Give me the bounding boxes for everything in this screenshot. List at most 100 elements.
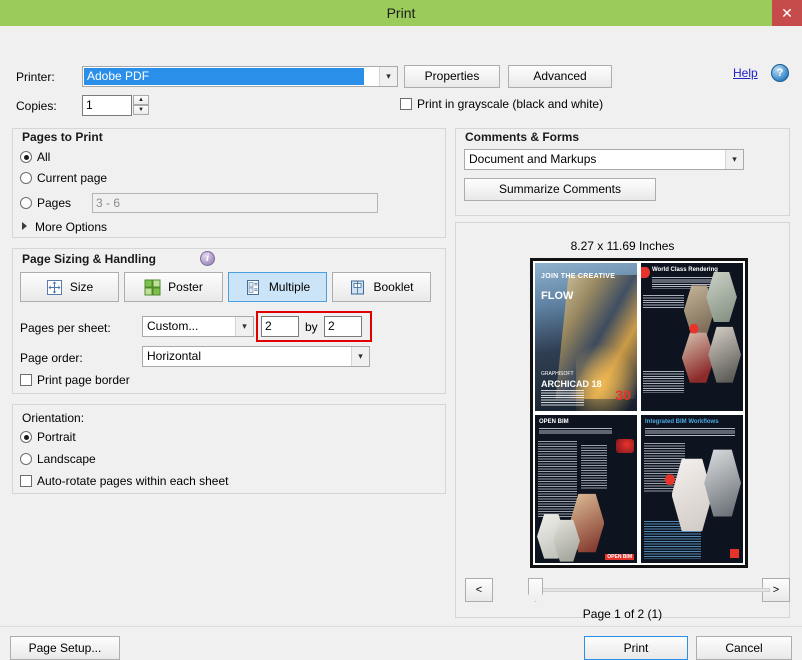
page-indicator: Page 1 of 2 (1) (582, 607, 663, 621)
mode-poster-label: Poster (168, 280, 203, 294)
info-icon[interactable]: i (200, 251, 215, 266)
grayscale-checkbox-row[interactable]: Print in grayscale (black and white) (400, 97, 603, 111)
page2-lower-text (643, 371, 684, 393)
booklet-icon (349, 279, 366, 296)
mode-button-booklet[interactable]: Booklet (332, 272, 431, 302)
mode-multiple-label: Multiple (268, 280, 311, 294)
copies-input[interactable]: 1 (82, 95, 132, 116)
poster-grid-icon (144, 279, 161, 296)
page-order-select[interactable]: Horizontal ▾ (142, 346, 370, 367)
summarize-comments-button[interactable]: Summarize Comments (464, 178, 656, 201)
mode-size-label: Size (69, 280, 94, 294)
page-order-value: Horizontal (147, 349, 202, 363)
footer-divider (0, 626, 802, 627)
page1-badge: 30 (615, 387, 631, 403)
page3-column-b (580, 445, 608, 490)
radio-portrait-label: Portrait (37, 430, 76, 444)
help-link[interactable]: Help (733, 66, 758, 80)
chevron-down-icon: ▾ (379, 67, 397, 86)
radio-all-indicator[interactable] (20, 151, 32, 163)
page2-headline: World Class Rendering (652, 267, 718, 273)
pages-to-print-title: Pages to Print (22, 130, 103, 144)
red-accent-bar (641, 267, 650, 278)
auto-rotate-checkbox[interactable] (20, 475, 32, 487)
advanced-button[interactable]: Advanced (508, 65, 612, 88)
orientation-title: Orientation: (22, 411, 85, 425)
radio-landscape-indicator[interactable] (20, 453, 32, 465)
preview-size-label: 8.27 x 11.69 Inches (570, 239, 675, 253)
auto-rotate-label: Auto-rotate pages within each sheet (37, 474, 229, 488)
page3-subtitle-text (539, 428, 613, 435)
pages-per-sheet-select[interactable]: Custom... ▾ (142, 316, 254, 337)
radio-pages-label: Pages (37, 196, 72, 210)
print-button[interactable]: Print (584, 636, 688, 660)
page2-column-text (643, 295, 684, 309)
resize-icon (46, 279, 63, 296)
radio-portrait[interactable]: Portrait (20, 430, 76, 444)
radio-landscape[interactable]: Landscape (20, 452, 96, 466)
page1-brand: GRAPHISOFT (541, 371, 574, 377)
auto-rotate-row[interactable]: Auto-rotate pages within each sheet (20, 474, 228, 488)
radio-pages-indicator[interactable] (20, 197, 32, 209)
radio-current-indicator[interactable] (20, 172, 32, 184)
page4-subtitle-text (645, 428, 735, 437)
page-order-label: Page order: (20, 351, 83, 365)
grid-columns-input[interactable]: 2 (261, 316, 299, 337)
chevron-down-icon: ▾ (351, 347, 369, 366)
print-page-border-label: Print page border (37, 373, 130, 387)
page1-product: ARCHICAD 18 (541, 379, 602, 389)
preview-sheet[interactable]: JOIN THE CREATIVE FLOW GRAPHISOFT ARCHIC… (530, 258, 748, 568)
printer-select[interactable]: Adobe PDF ▾ (82, 66, 398, 87)
pages-per-sheet-value: Custom... (147, 319, 199, 333)
pages-per-sheet-label: Pages per sheet: (20, 321, 111, 335)
pages-range-input[interactable]: 3 - 6 (92, 193, 378, 213)
radio-all-pages[interactable]: All (20, 150, 50, 164)
preview-page-4: Integrated BIM Workflows (639, 413, 745, 565)
preview-page-2: World Class Rendering (639, 261, 745, 413)
page3-column-a (538, 441, 577, 518)
multiple-pages-icon (245, 279, 262, 296)
grayscale-label: Print in grayscale (black and white) (417, 97, 604, 111)
hex-photo-2 (704, 449, 741, 517)
page3-headline: OPEN BIM (539, 419, 569, 425)
page1-headline2: FLOW (541, 290, 574, 302)
print-page-border-row[interactable]: Print page border (20, 373, 130, 387)
radio-pages-range[interactable]: Pages (20, 196, 71, 210)
more-options-toggle[interactable]: More Options (22, 220, 107, 234)
window-title: Print (386, 5, 416, 21)
preview-slider-track[interactable] (530, 588, 770, 592)
title-bar: Print ✕ (0, 0, 802, 26)
more-options-label: More Options (35, 220, 108, 234)
radio-landscape-label: Landscape (37, 452, 96, 466)
preview-page-1: JOIN THE CREATIVE FLOW GRAPHISOFT ARCHIC… (533, 261, 639, 413)
properties-button[interactable]: Properties (404, 65, 500, 88)
stepper-down-icon[interactable]: ▼ (133, 105, 149, 115)
cancel-button[interactable]: Cancel (696, 636, 792, 660)
page1-body-text (541, 390, 584, 407)
comments-forms-value: Document and Markups (469, 152, 597, 166)
radio-current-page[interactable]: Current page (20, 171, 107, 185)
print-page-border-checkbox[interactable] (20, 374, 32, 386)
mode-button-poster[interactable]: Poster (124, 272, 223, 302)
hex-photo-4 (708, 326, 741, 383)
page3-openbim-logo: OPEN BIM (605, 554, 634, 560)
copies-stepper[interactable]: ▲ ▼ (133, 95, 149, 116)
printer-selected-value: Adobe PDF (84, 68, 364, 85)
comments-forms-select[interactable]: Document and Markups ▾ (464, 149, 744, 170)
preview-page-3: OPEN BIM OPEN BIM (533, 413, 639, 565)
page1-headline: JOIN THE CREATIVE (541, 273, 616, 280)
close-icon[interactable]: ✕ (772, 0, 802, 26)
grayscale-checkbox[interactable] (400, 98, 412, 110)
stepper-up-icon[interactable]: ▲ (133, 95, 149, 105)
radio-portrait-indicator[interactable] (20, 431, 32, 443)
chevron-down-icon: ▾ (725, 150, 743, 169)
page-setup-button[interactable]: Page Setup... (10, 636, 120, 660)
mode-button-size[interactable]: Size (20, 272, 119, 302)
preview-prev-button[interactable]: < (465, 578, 493, 602)
help-icon[interactable]: ? (771, 64, 789, 82)
radio-current-label: Current page (37, 171, 108, 185)
comments-forms-title: Comments & Forms (465, 130, 580, 144)
page-sizing-title: Page Sizing & Handling (22, 252, 157, 266)
grid-rows-input[interactable]: 2 (324, 316, 362, 337)
mode-button-multiple[interactable]: Multiple (228, 272, 327, 302)
